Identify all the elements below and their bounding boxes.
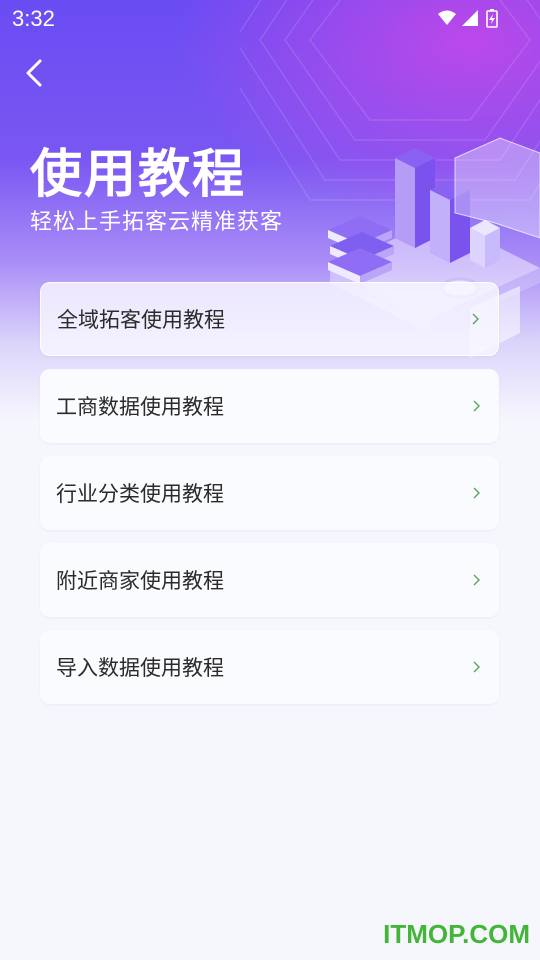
page-subtitle: 轻松上手拓客云精准获客 xyxy=(30,210,284,235)
tutorial-item-nearby-merchants[interactable]: 附近商家使用教程 xyxy=(40,543,499,617)
tutorial-item-label: 工商数据使用教程 xyxy=(56,395,224,419)
status-bar: 3:32 xyxy=(0,0,540,38)
page-title: 使用教程 xyxy=(30,145,247,205)
chevron-right-icon xyxy=(473,487,480,499)
tutorial-item-business-data[interactable]: 工商数据使用教程 xyxy=(40,369,499,443)
tutorial-item-global-acquisition[interactable]: 全域拓客使用教程 xyxy=(40,282,499,356)
chevron-right-icon xyxy=(473,661,480,673)
signal-icon xyxy=(462,10,478,26)
wifi-icon xyxy=(438,10,456,25)
tutorial-list: 全域拓客使用教程 工商数据使用教程 行业分类使用教程 附近商家使用教程 导入数据… xyxy=(40,282,499,717)
tutorial-item-label: 全域拓客使用教程 xyxy=(57,308,225,332)
status-time: 3:32 xyxy=(12,6,55,31)
tutorial-item-label: 附近商家使用教程 xyxy=(56,569,224,593)
tutorial-item-import-data[interactable]: 导入数据使用教程 xyxy=(40,630,499,704)
back-button[interactable] xyxy=(16,54,52,94)
status-icons xyxy=(438,9,498,28)
tutorial-item-label: 导入数据使用教程 xyxy=(56,656,224,680)
chevron-right-icon xyxy=(473,400,480,412)
watermark: ITMOP.COM xyxy=(383,919,530,949)
back-arrow-icon xyxy=(26,59,42,87)
tutorial-item-industry-category[interactable]: 行业分类使用教程 xyxy=(40,456,499,530)
chevron-right-icon xyxy=(472,313,479,325)
battery-icon xyxy=(486,9,498,28)
tutorial-item-label: 行业分类使用教程 xyxy=(56,482,224,506)
chevron-right-icon xyxy=(473,574,480,586)
